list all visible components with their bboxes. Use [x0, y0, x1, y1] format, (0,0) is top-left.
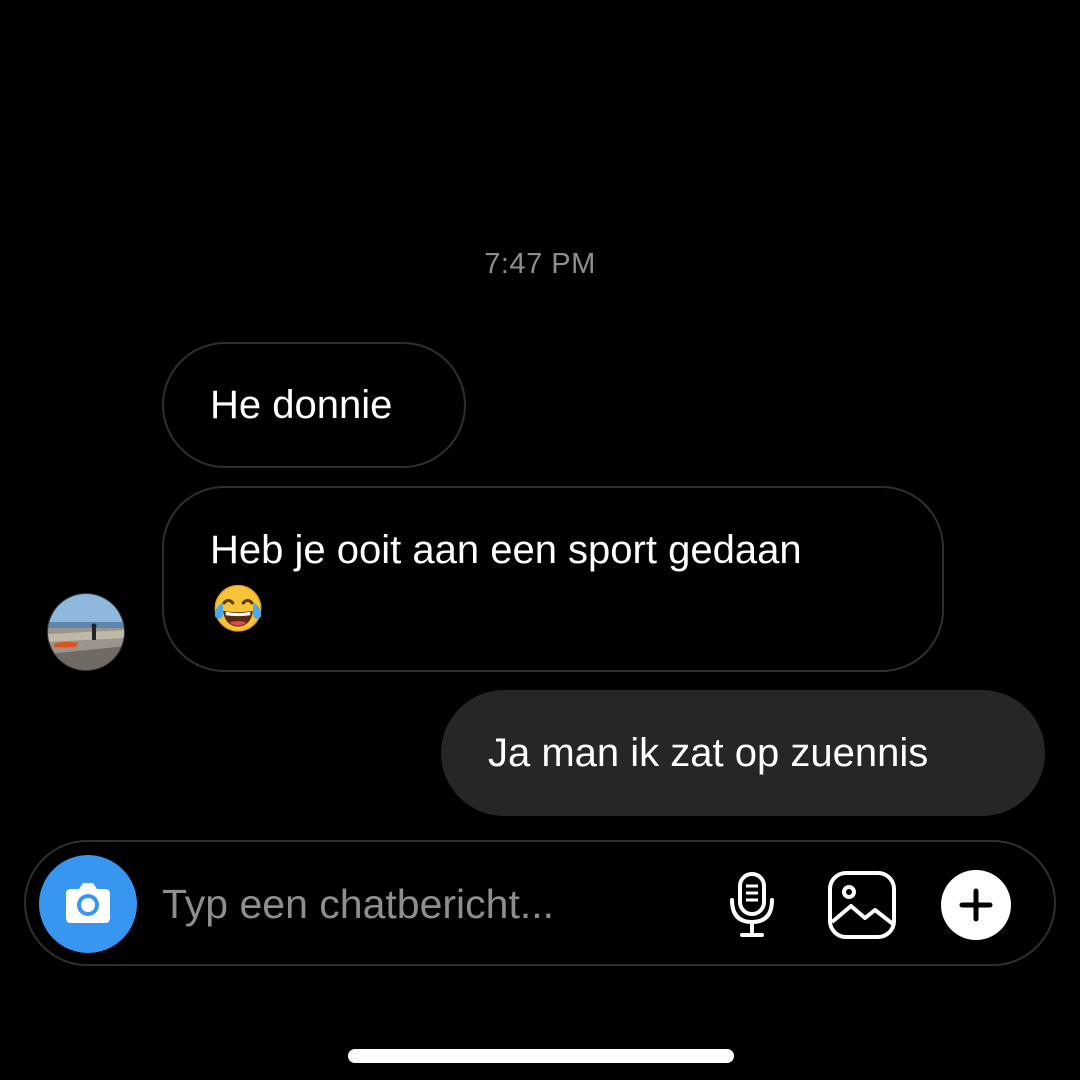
microphone-icon	[730, 872, 774, 937]
camera-button[interactable]	[39, 855, 137, 953]
message-input[interactable]	[162, 872, 682, 936]
message-text: Ja man ik zat op zuennis	[488, 731, 929, 775]
plus-icon	[941, 870, 1011, 940]
image-gallery-icon	[828, 871, 896, 939]
camera-icon	[66, 883, 110, 923]
beach-photo	[48, 594, 124, 670]
more-options-button[interactable]	[940, 869, 1012, 941]
voice-message-button[interactable]	[716, 869, 788, 941]
incoming-message-bubble[interactable]: He donnie	[162, 342, 466, 468]
message-text: He donnie	[210, 383, 393, 427]
message-composer	[24, 840, 1056, 966]
avatar[interactable]	[47, 593, 125, 671]
outgoing-message-bubble[interactable]: Ja man ik zat op zuennis	[441, 690, 1045, 816]
home-indicator[interactable]	[348, 1049, 734, 1063]
message-text: Heb je ooit aan een sport gedaan	[210, 528, 802, 572]
incoming-message-bubble[interactable]: Heb je ooit aan een sport gedaan	[162, 486, 944, 672]
gallery-button[interactable]	[826, 869, 898, 941]
message-timestamp: 7:47 PM	[484, 248, 596, 280]
face-with-tears-of-joy-icon	[214, 584, 262, 632]
